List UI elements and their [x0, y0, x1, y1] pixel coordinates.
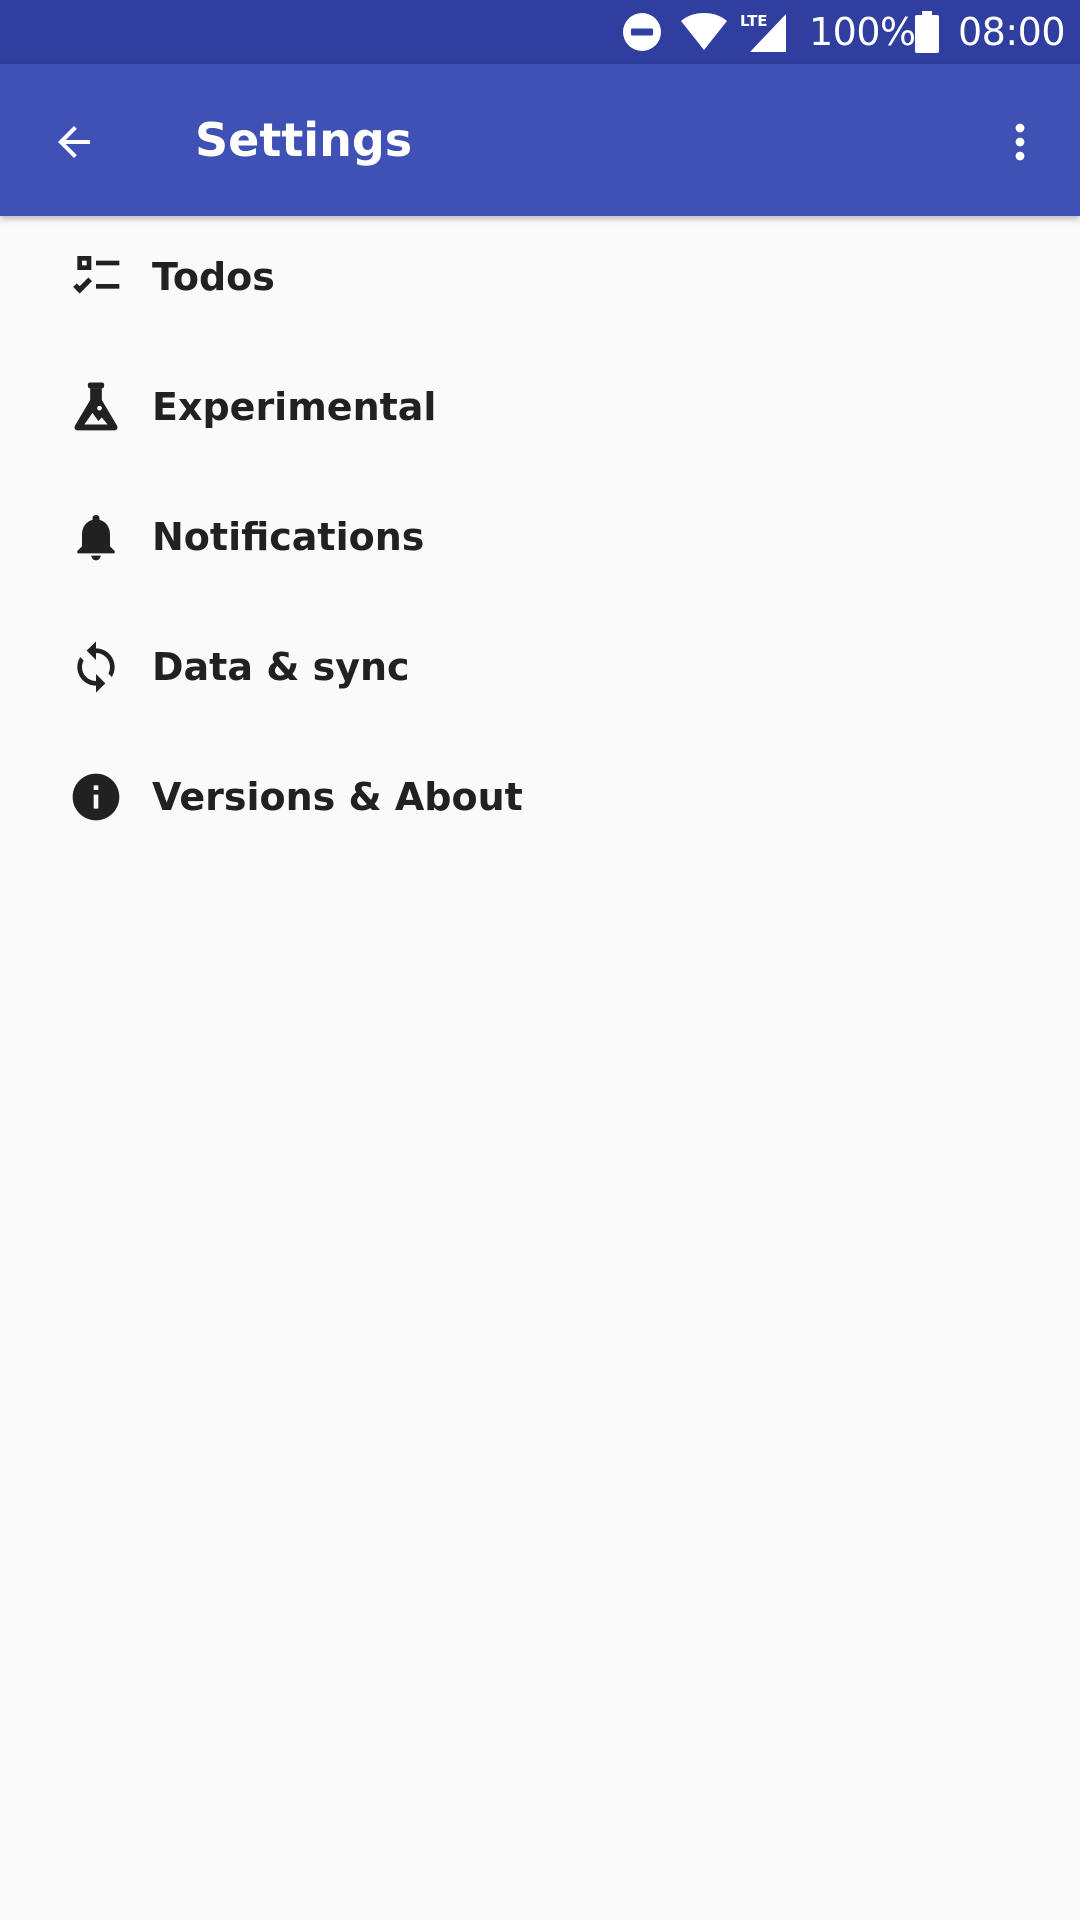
arrow-back-icon: [58, 126, 90, 158]
status-bar: LTE 100% 08:00: [0, 0, 1080, 64]
settings-item-versions-about[interactable]: Versions & About: [0, 736, 1080, 866]
battery-percentage: 100%: [809, 10, 916, 54]
cellular-signal-icon: LTE: [738, 0, 788, 64]
settings-item-label: Data & sync: [152, 645, 410, 689]
network-type-label: LTE: [740, 12, 768, 30]
more-vert-icon: [1015, 123, 1025, 161]
settings-list: Todos Experimental Notifications Data & …: [0, 216, 1080, 866]
settings-item-data-sync[interactable]: Data & sync: [0, 606, 1080, 736]
wifi-icon: [680, 0, 728, 64]
checklist-icon: [66, 247, 126, 307]
back-button[interactable]: [36, 104, 112, 180]
bell-icon: [66, 507, 126, 567]
settings-item-label: Versions & About: [152, 775, 523, 819]
settings-item-label: Todos: [152, 255, 275, 299]
settings-item-label: Experimental: [152, 385, 437, 429]
overflow-menu-button[interactable]: [982, 104, 1058, 180]
battery-icon: [914, 0, 940, 64]
info-icon: [66, 767, 126, 827]
settings-item-notifications[interactable]: Notifications: [0, 476, 1080, 606]
clock: 08:00: [958, 10, 1066, 54]
flask-icon: [66, 377, 126, 437]
do-not-disturb-icon: [622, 0, 662, 64]
page-title: Settings: [195, 113, 413, 167]
settings-item-label: Notifications: [152, 515, 425, 559]
settings-item-todos[interactable]: Todos: [0, 216, 1080, 346]
settings-item-experimental[interactable]: Experimental: [0, 346, 1080, 476]
sync-icon: [66, 637, 126, 697]
app-bar: Settings: [0, 64, 1080, 216]
